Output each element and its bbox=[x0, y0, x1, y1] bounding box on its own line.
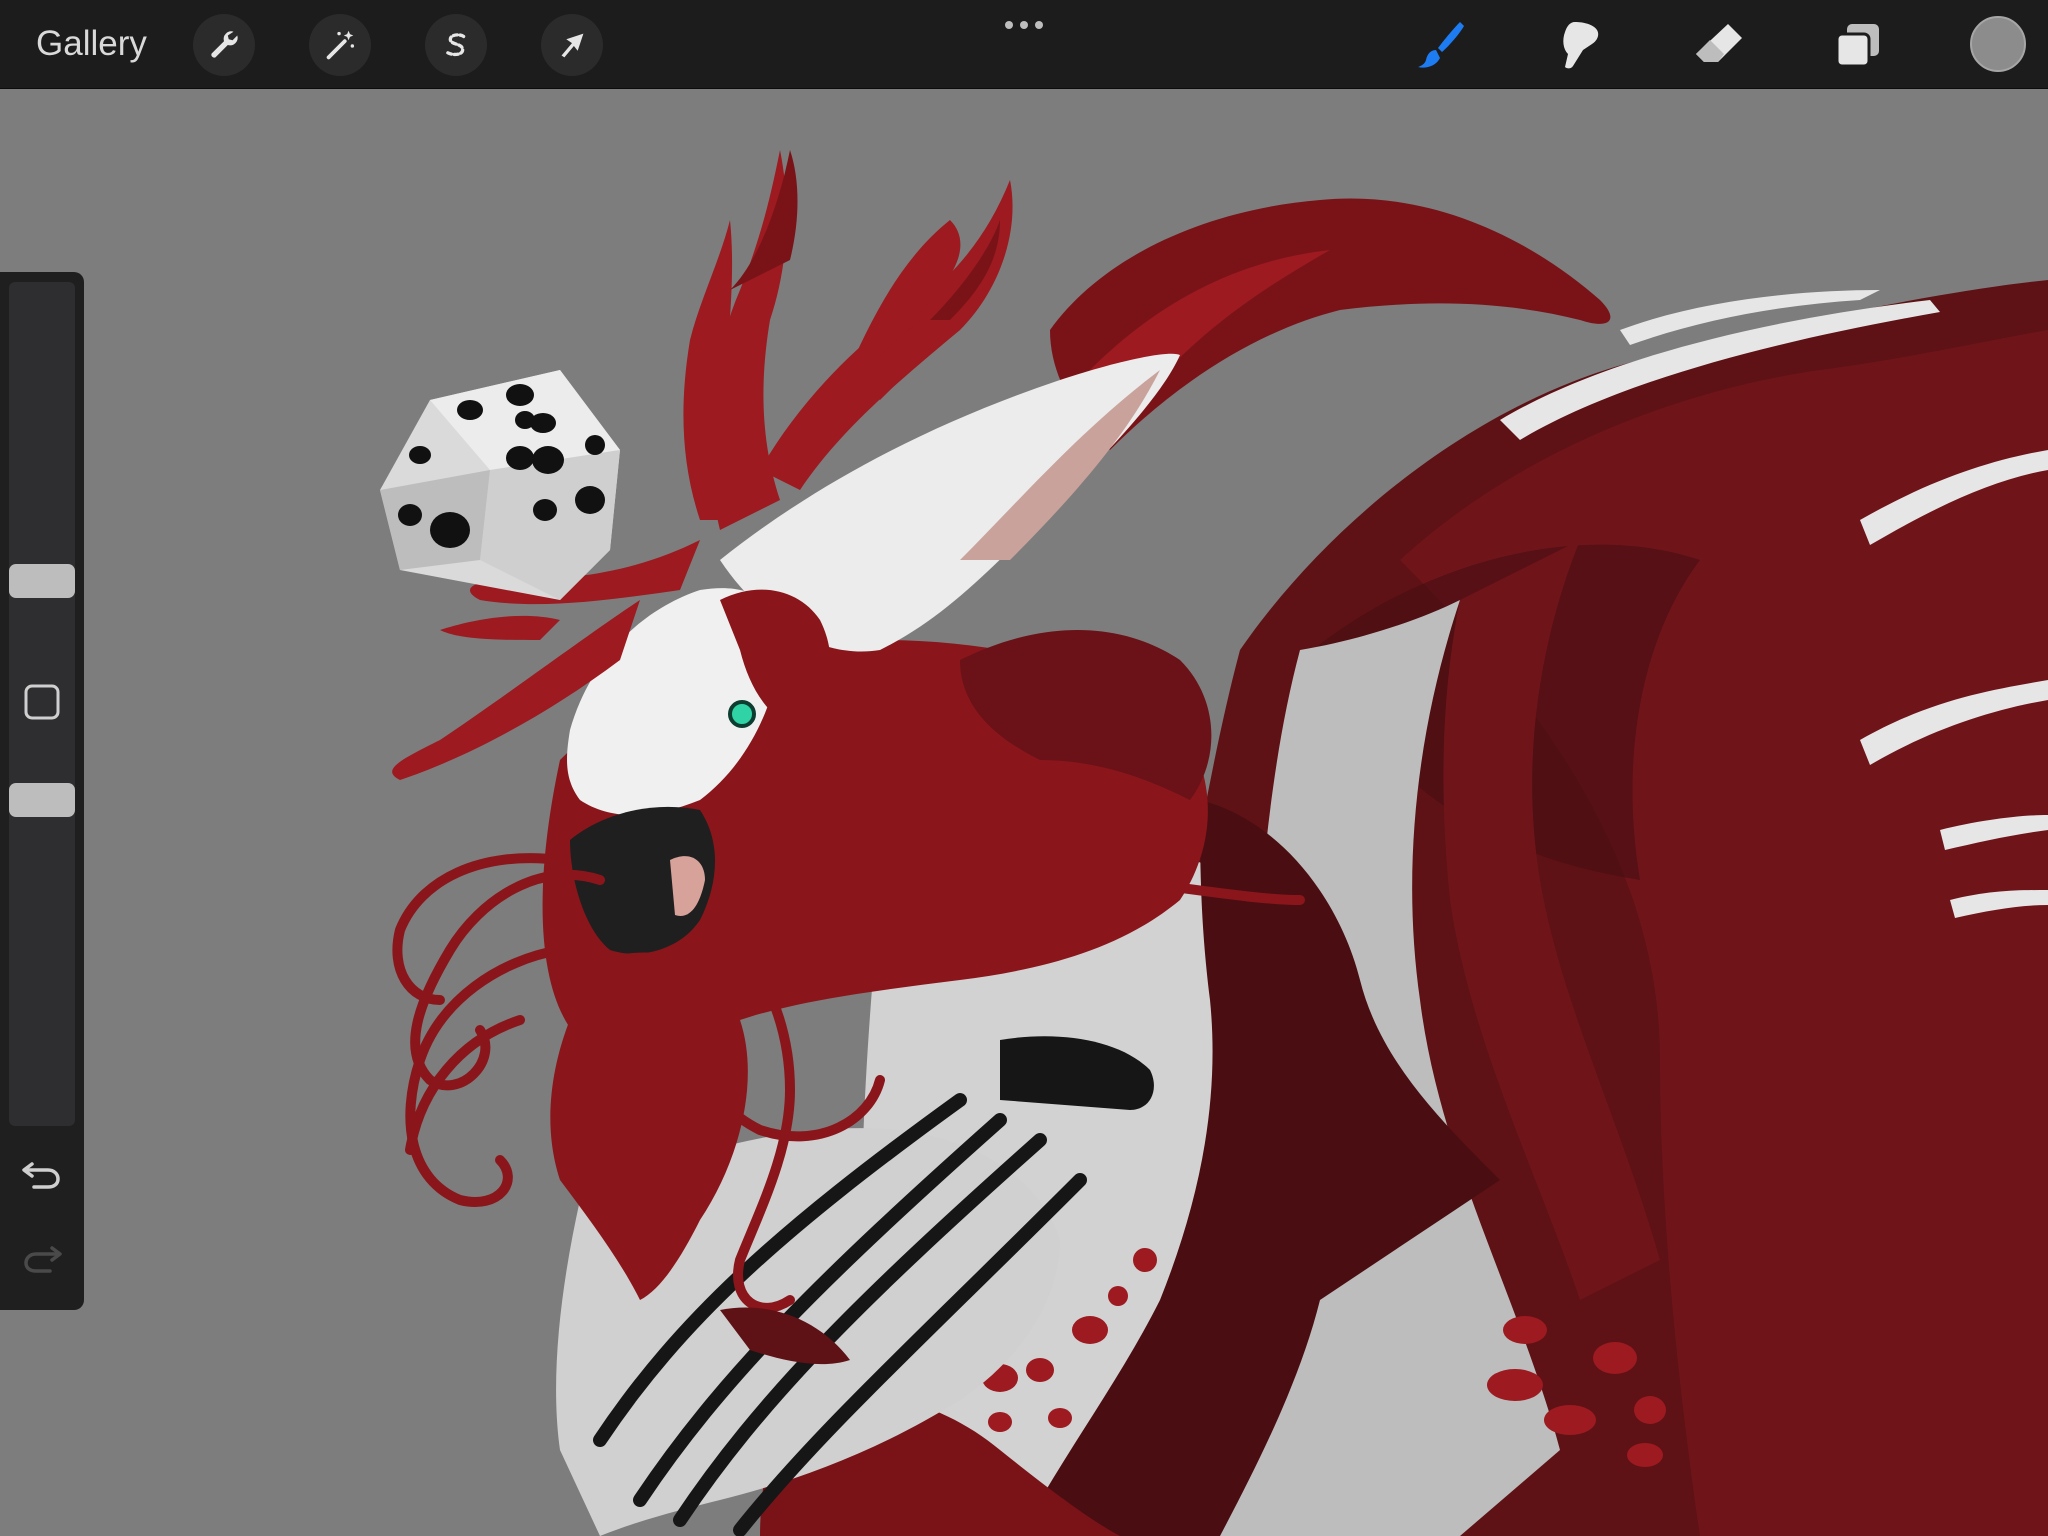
smudge-finger-icon bbox=[1563, 22, 1599, 69]
arrow-cursor-icon bbox=[561, 33, 584, 58]
left-sidebar bbox=[0, 272, 84, 1310]
color-picker-swatch[interactable] bbox=[1970, 16, 2026, 72]
eye bbox=[728, 700, 756, 728]
eraser-tool-button[interactable] bbox=[1688, 14, 1750, 76]
opacity-slider[interactable] bbox=[9, 770, 75, 1126]
modifier-button[interactable] bbox=[22, 682, 62, 722]
actions-button[interactable] bbox=[193, 14, 255, 76]
more-options-button[interactable] bbox=[1000, 14, 1048, 36]
layers-button[interactable] bbox=[1827, 14, 1889, 76]
smudge-tool-button[interactable] bbox=[1549, 14, 1611, 76]
redo-icon bbox=[24, 1246, 62, 1273]
drawing-canvas[interactable] bbox=[0, 88, 2048, 1536]
ellipsis-icon bbox=[1005, 21, 1013, 29]
magic-wand-icon bbox=[326, 30, 355, 60]
ellipsis-dot bbox=[1020, 21, 1028, 29]
layers-icon bbox=[1835, 24, 1879, 68]
selection-button[interactable] bbox=[425, 14, 487, 76]
redo-button[interactable] bbox=[20, 1234, 64, 1278]
procreate-app: Gallery bbox=[0, 0, 2048, 1536]
wrench-icon bbox=[211, 31, 238, 58]
gallery-button[interactable]: Gallery bbox=[36, 20, 147, 68]
brush-tool-button[interactable] bbox=[1410, 14, 1472, 76]
brush-icon bbox=[1418, 22, 1464, 68]
undo-button[interactable] bbox=[20, 1150, 64, 1194]
opacity-handle[interactable] bbox=[9, 782, 75, 817]
undo-icon bbox=[22, 1162, 60, 1189]
transform-button[interactable] bbox=[541, 14, 603, 76]
top-toolbar: Gallery bbox=[0, 0, 2048, 89]
brush-size-handle[interactable] bbox=[9, 564, 75, 598]
adjustments-button[interactable] bbox=[309, 14, 371, 76]
eraser-icon bbox=[1696, 24, 1742, 62]
ellipsis-dot bbox=[1035, 21, 1043, 29]
selection-s-icon bbox=[445, 33, 466, 57]
square-modifier-icon bbox=[24, 684, 60, 720]
